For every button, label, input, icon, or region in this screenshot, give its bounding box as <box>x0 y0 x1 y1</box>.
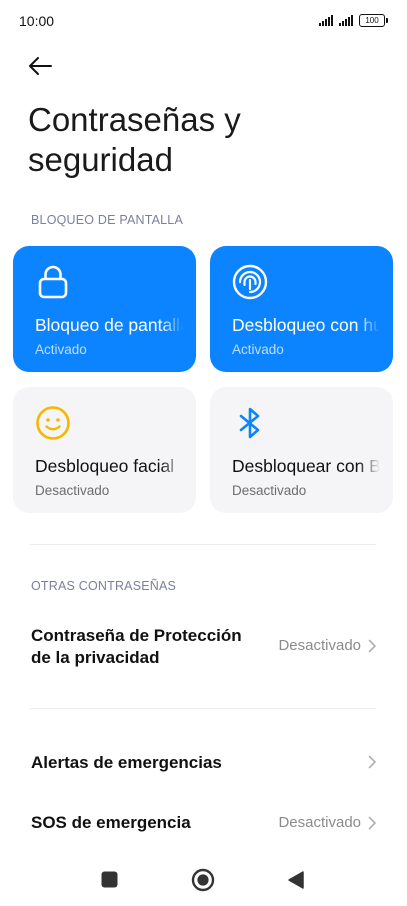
card-status: Activado <box>35 342 87 357</box>
divider <box>30 708 376 709</box>
home-circle-icon <box>191 868 215 892</box>
battery-icon: 100 <box>359 14 388 27</box>
fingerprint-unlock-card[interactable]: Desbloqueo con huella Activado <box>210 246 393 372</box>
chevron-right-icon <box>368 755 376 769</box>
section-header-other-passwords: OTRAS CONTRASEÑAS <box>31 579 177 593</box>
card-status: Desactivado <box>35 483 110 498</box>
row-label: Alertas de emergencias <box>31 753 222 772</box>
face-unlock-card[interactable]: Desbloqueo facial Desactivado <box>13 387 196 513</box>
status-icons: 100 <box>319 14 388 27</box>
fingerprint-icon <box>232 264 268 300</box>
privacy-password-row[interactable]: Contraseña de Protección de la privacida… <box>0 620 407 676</box>
signal-icon <box>339 15 353 26</box>
square-icon <box>101 871 118 888</box>
signal-icon <box>319 15 333 26</box>
row-value: Desactivado <box>278 814 361 831</box>
card-title: Desbloqueo facial <box>35 456 175 476</box>
arrow-left-icon <box>29 57 52 75</box>
lock-icon <box>38 265 68 299</box>
bluetooth-unlock-card[interactable]: Desbloquear con Bluetooth Desactivado <box>210 387 393 513</box>
chevron-right-icon <box>368 639 376 653</box>
row-value: Desactivado <box>278 637 361 654</box>
chevron-right-icon <box>368 816 376 830</box>
recents-button[interactable] <box>101 871 118 893</box>
card-status: Activado <box>232 342 284 357</box>
card-status: Desactivado <box>232 483 307 498</box>
row-label: Contraseña de Protección de la privacida… <box>31 626 242 667</box>
back-nav-button[interactable] <box>287 870 305 895</box>
card-title: Desbloquear con Bluetooth <box>232 456 380 476</box>
divider <box>30 544 376 545</box>
screen-lock-card[interactable]: Bloqueo de pantalla Activado <box>13 246 196 372</box>
section-header-screen-lock: BLOQUEO DE PANTALLA <box>31 213 183 227</box>
card-title: Bloqueo de pantalla <box>35 315 183 335</box>
status-time: 10:00 <box>19 13 55 29</box>
navigation-bar <box>0 850 407 906</box>
bluetooth-icon <box>239 407 260 439</box>
back-button[interactable] <box>26 52 56 80</box>
emergency-sos-row[interactable]: SOS de emergencia Desactivado <box>0 803 407 843</box>
page-title: Contraseñas y seguridad <box>28 101 241 178</box>
row-label: SOS de emergencia <box>31 813 191 832</box>
face-icon <box>36 406 70 440</box>
card-title: Desbloqueo con huella <box>232 315 380 335</box>
emergency-alerts-row[interactable]: Alertas de emergencias <box>0 743 407 783</box>
home-button[interactable] <box>191 868 215 897</box>
status-bar: 10:00 100 <box>0 0 407 44</box>
back-triangle-icon <box>288 871 304 889</box>
